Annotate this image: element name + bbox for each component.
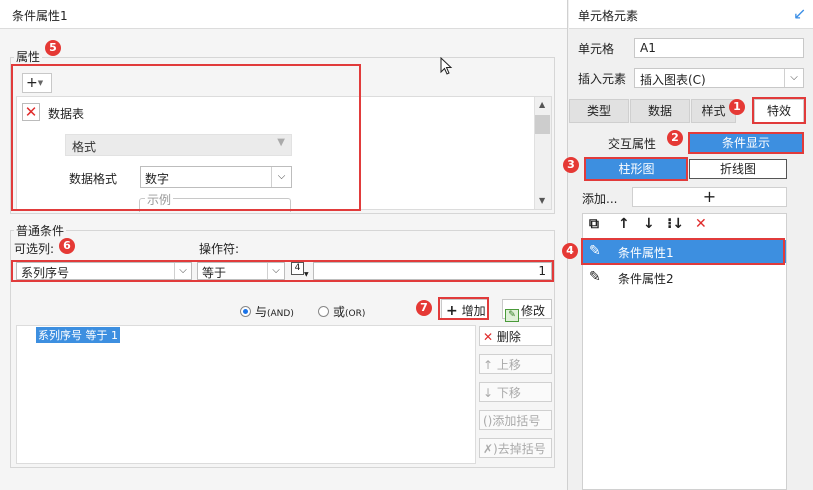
badge-3: 3: [563, 157, 579, 173]
cell-input[interactable]: A1: [634, 38, 804, 58]
condition-list-item[interactable]: 系列序号 等于 1: [36, 327, 120, 343]
add-parenthesis-button[interactable]: ()添加括号: [479, 410, 552, 430]
list-item[interactable]: ✎ 条件属性2: [583, 266, 786, 288]
edit-icon: ✎: [505, 309, 519, 322]
delete-x-icon[interactable]: ✕: [695, 216, 707, 232]
delete-label: 删除: [496, 330, 521, 344]
arrow-down-icon: ↓: [483, 386, 494, 400]
cell-label: 单元格: [578, 42, 615, 56]
badge-5: 5: [45, 40, 61, 56]
move-up-label: 上移: [496, 358, 521, 372]
scroll-up-icon[interactable]: ▲: [539, 100, 545, 109]
highlight-box-effect-tab: [752, 97, 806, 124]
modify-condition-button[interactable]: ✎ 修改: [502, 299, 552, 322]
dialog-title: 条件属性1: [12, 9, 68, 23]
insert-element-label: 插入元素: [578, 72, 627, 86]
add-parenthesis-label: 添加括号: [492, 414, 541, 428]
add-label: 添加...: [582, 192, 618, 206]
plus-icon: +: [702, 187, 717, 206]
highlight-box-list-item: [581, 238, 785, 265]
tab-type[interactable]: 类型: [569, 99, 629, 123]
move-to-bottom-icon[interactable]: ⁝↓: [667, 216, 684, 232]
tab-data[interactable]: 数据: [630, 99, 690, 123]
modify-condition-label: 修改: [521, 304, 546, 318]
chart-type-line-tab[interactable]: 折线图: [689, 159, 787, 179]
chevron-down-icon: ⌵: [784, 69, 803, 87]
arrow-down-icon[interactable]: ↓: [643, 216, 655, 232]
edit-pencil-icon: ✎: [589, 269, 601, 285]
dialog-titlebar: [0, 0, 567, 29]
badge-6: 6: [59, 238, 75, 254]
badge-4: 4: [562, 243, 578, 259]
radio-and-en-label: (AND): [267, 309, 294, 319]
highlight-box-condition-display: [688, 132, 804, 154]
parenthesis-icon: (): [483, 414, 493, 428]
radio-selected-icon: [240, 306, 251, 317]
delete-condition-button[interactable]: ✕ 删除: [479, 326, 552, 346]
badge-1: 1: [729, 99, 745, 115]
move-down-label: 下移: [496, 386, 521, 400]
copy-icon[interactable]: ⧉: [589, 216, 599, 232]
list-item-label: 条件属性2: [618, 272, 674, 286]
highlight-box-attributes: [11, 64, 361, 211]
radio-or-en-label: (OR): [345, 309, 366, 319]
radio-or-label: 或: [333, 305, 346, 319]
radio-and-label: 与: [255, 305, 268, 319]
cell-element-title: 单元格元素: [578, 9, 639, 23]
delete-x-icon: ✕: [483, 330, 494, 344]
highlight-box-bar-chart: [584, 157, 688, 181]
move-down-button[interactable]: ↓ 下移: [479, 382, 552, 402]
attribute-group-label: 属性: [14, 48, 43, 65]
remove-parenthesis-button[interactable]: ✗)去掉括号: [479, 438, 552, 458]
scrollbar-thumb[interactable]: [535, 115, 550, 134]
mouse-cursor-icon: [440, 57, 453, 75]
scroll-down-icon[interactable]: ▼: [539, 196, 545, 205]
move-up-button[interactable]: ↑ 上移: [479, 354, 552, 374]
column-label: 可选列:: [14, 242, 55, 256]
condition-list[interactable]: [16, 325, 476, 464]
radio-and[interactable]: 与(AND): [240, 303, 294, 320]
arrow-up-icon: ↑: [483, 358, 494, 372]
highlight-box-add-button: [438, 297, 489, 320]
operator-label: 操作符:: [199, 242, 240, 256]
radio-unselected-icon: [318, 306, 329, 317]
normal-condition-label: 普通条件: [14, 222, 67, 239]
attribute-scrollbar[interactable]: ▲ ▼: [534, 97, 551, 209]
remove-parenthesis-icon: ✗): [483, 442, 498, 456]
list-toolbar: [583, 214, 786, 238]
highlight-box-condition-row: [11, 260, 554, 282]
badge-7: 7: [416, 300, 432, 316]
remove-parenthesis-label: 去掉括号: [497, 442, 546, 456]
insert-element-select[interactable]: 插入图表(C) ⌵: [634, 68, 804, 88]
radio-or[interactable]: 或(OR): [318, 303, 365, 320]
arrow-up-icon[interactable]: ↑: [618, 216, 630, 232]
add-condition-attribute-button[interactable]: +: [632, 187, 787, 207]
insert-element-value: 插入图表(C): [640, 73, 706, 87]
collapse-panel-icon[interactable]: ↙: [793, 4, 806, 23]
badge-2: 2: [667, 130, 683, 146]
